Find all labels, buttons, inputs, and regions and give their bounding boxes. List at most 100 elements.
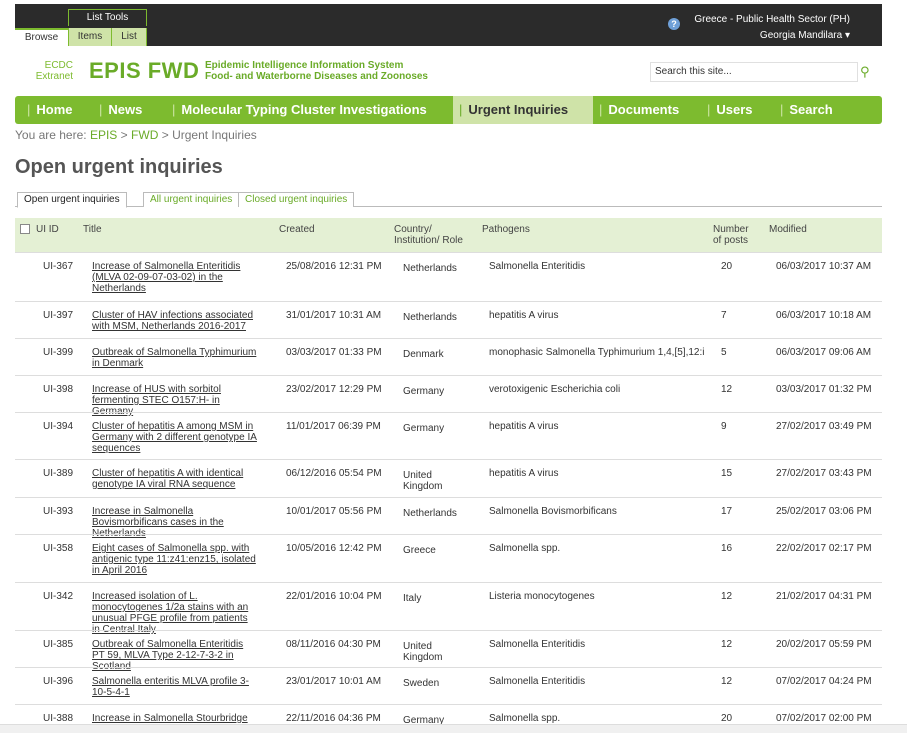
- select-all-checkbox[interactable]: [20, 224, 30, 234]
- nav-home[interactable]: | Home: [27, 96, 73, 124]
- tab-browse[interactable]: Browse: [15, 28, 68, 46]
- table-row[interactable]: UI-397 Cluster of HAV infections associat…: [15, 301, 882, 338]
- modified-cell: 25/02/2017 03:06 PM: [776, 506, 872, 517]
- country-cell: Greece: [403, 545, 436, 556]
- pathogens-cell: Salmonella spp.: [489, 543, 561, 554]
- table-row[interactable]: UI-385 Outbreak of Salmonella Enteritidis…: [15, 630, 882, 672]
- country-cell: Germany: [403, 423, 445, 434]
- table-row[interactable]: UI-394 Cluster of hepatitis A among MSM i…: [15, 412, 882, 459]
- created-cell: 11/01/2017 06:39 PM: [286, 421, 381, 432]
- brand-title[interactable]: EPIS FWD: [89, 58, 199, 84]
- created-cell: 22/11/2016 04:36 PM: [286, 713, 381, 724]
- modified-cell: 06/03/2017 10:37 AM: [776, 261, 872, 272]
- site-header: ECDC Extranet EPIS FWD Epidemic Intellig…: [15, 52, 882, 92]
- search-input[interactable]: Search this site...: [650, 62, 858, 82]
- created-cell: 31/01/2017 10:31 AM: [286, 310, 382, 321]
- pathogens-cell: hepatitis A virus: [489, 468, 559, 479]
- nav-users[interactable]: | Users: [707, 96, 753, 124]
- breadcrumb-separator: >: [120, 128, 128, 142]
- table-row[interactable]: UI-389 Cluster of hepatitis A with identi…: [15, 459, 882, 497]
- modified-cell: 03/03/2017 01:32 PM: [776, 384, 872, 395]
- table-row[interactable]: UI-358 Eight cases of Salmonella spp. wit…: [15, 534, 882, 582]
- main-nav: | Home | News | Molecular Typing Cluster In…: [15, 96, 882, 124]
- horizontal-scrollbar[interactable]: [0, 724, 907, 733]
- table-row[interactable]: UI-399 Outbreak of Salmonella Typhimurium…: [15, 338, 882, 375]
- ecdc-extranet-logo: ECDC Extranet: [29, 60, 73, 82]
- breadcrumb-current: Urgent Inquiries: [172, 128, 257, 142]
- posts-cell: 9: [721, 421, 727, 432]
- title-link[interactable]: Cluster of hepatitis A among MSM in Germ…: [92, 421, 257, 454]
- posts-cell: 12: [721, 676, 733, 687]
- table-row[interactable]: UI-396 Salmonella enteritis MLVA profile …: [15, 667, 882, 704]
- modified-cell: 07/02/2017 02:00 PM: [776, 713, 872, 724]
- col-modified[interactable]: Modified: [769, 224, 807, 235]
- table-row[interactable]: UI-393 Increase in Salmonella Bovismorbif…: [15, 497, 882, 539]
- pathogens-cell: verotoxigenic Escherichia coli: [489, 384, 621, 395]
- col-posts[interactable]: Number of posts: [713, 224, 753, 246]
- created-cell: 23/02/2017 12:29 PM: [286, 384, 382, 395]
- col-ui-id[interactable]: UI ID: [36, 224, 59, 235]
- posts-cell: 16: [721, 543, 733, 554]
- table-row[interactable]: UI-342 Increased isolation of L. monocyto…: [15, 582, 882, 635]
- title-link[interactable]: Cluster of HAV infections associated wit…: [92, 310, 257, 332]
- country-cell: United Kingdom: [403, 470, 443, 492]
- col-pathogens[interactable]: Pathogens: [482, 224, 530, 235]
- list-tools-group-label: List Tools: [68, 9, 147, 26]
- pathogens-cell: Salmonella Enteritidis: [489, 261, 586, 272]
- modified-cell: 21/02/2017 04:31 PM: [776, 591, 872, 602]
- title-link[interactable]: Increase in Salmonella Stourbridge: [92, 713, 257, 724]
- modified-cell: 06/03/2017 10:18 AM: [776, 310, 872, 321]
- modified-cell: 20/02/2017 05:59 PM: [776, 639, 872, 650]
- tab-open-urgent-inquiries[interactable]: Open urgent inquiries: [17, 192, 127, 208]
- table-row[interactable]: UI-398 Increase of HUS with sorbitol ferm…: [15, 375, 882, 417]
- tab-all-urgent-inquiries[interactable]: All urgent inquiries: [143, 192, 240, 207]
- breadcrumb-epis[interactable]: EPIS: [90, 128, 117, 142]
- nav-documents-label: Documents: [608, 102, 680, 117]
- pathogens-cell: hepatitis A virus: [489, 421, 559, 432]
- ui-id-cell: UI-358: [43, 543, 74, 554]
- tab-closed-urgent-inquiries[interactable]: Closed urgent inquiries: [238, 192, 355, 207]
- pathogens-cell: Listeria monocytogenes: [489, 591, 595, 602]
- ribbon: List Tools Browse Items List ? Greece - …: [15, 4, 882, 46]
- breadcrumb: You are here: EPIS > FWD > Urgent Inquir…: [15, 128, 257, 142]
- organisation-label: Greece - Public Health Sector (PH): [694, 14, 850, 25]
- country-cell: Netherlands: [403, 263, 457, 274]
- modified-cell: 22/02/2017 02:17 PM: [776, 543, 872, 554]
- title-link[interactable]: Increased isolation of L. monocytogenes …: [92, 591, 257, 635]
- col-country[interactable]: Country/ Institution/ Role: [394, 224, 474, 246]
- title-link[interactable]: Increase of Salmonella Enteritidis (MLVA…: [92, 261, 257, 294]
- posts-cell: 12: [721, 591, 733, 602]
- search-icon[interactable]: ⚲: [860, 64, 876, 80]
- inquiries-table: UI ID Title Created Country/ Institution…: [15, 218, 882, 728]
- nav-documents[interactable]: | Documents: [599, 96, 679, 124]
- user-menu[interactable]: Georgia Mandilara ▾: [760, 30, 850, 41]
- nav-news[interactable]: | News: [99, 96, 142, 124]
- ui-id-cell: UI-393: [43, 506, 74, 517]
- ui-id-cell: UI-367: [43, 261, 74, 272]
- nav-search[interactable]: | Search: [780, 96, 833, 124]
- help-icon[interactable]: ?: [668, 18, 680, 30]
- user-name: Georgia Mandilara: [759, 30, 843, 41]
- tab-items[interactable]: Items: [68, 28, 111, 46]
- created-cell: 23/01/2017 10:01 AM: [286, 676, 382, 687]
- modified-cell: 06/03/2017 09:06 AM: [776, 347, 872, 358]
- nav-urgent-inquiries[interactable]: | Urgent Inquiries: [453, 96, 593, 124]
- tab-list[interactable]: List: [111, 28, 147, 46]
- pathogens-cell: Salmonella spp.: [489, 713, 561, 724]
- col-created[interactable]: Created: [279, 224, 315, 235]
- ui-id-cell: UI-342: [43, 591, 74, 602]
- ui-id-cell: UI-385: [43, 639, 74, 650]
- modified-cell: 07/02/2017 04:24 PM: [776, 676, 872, 687]
- nav-molecular-typing[interactable]: | Molecular Typing Cluster Investigations: [172, 96, 427, 124]
- col-title[interactable]: Title: [83, 224, 102, 235]
- created-cell: 08/11/2016 04:30 PM: [286, 639, 381, 650]
- ui-id-cell: UI-389: [43, 468, 74, 479]
- table-row[interactable]: UI-367 Increase of Salmonella Enteritidis…: [15, 252, 882, 301]
- title-link[interactable]: Salmonella enteritis MLVA profile 3-10-5…: [92, 676, 257, 698]
- ui-id-cell: UI-399: [43, 347, 74, 358]
- title-link[interactable]: Outbreak of Salmonella Typhimurium in De…: [92, 347, 257, 369]
- breadcrumb-fwd[interactable]: FWD: [131, 128, 158, 142]
- pathogens-cell: Salmonella Bovismorbificans: [489, 506, 617, 517]
- title-link[interactable]: Eight cases of Salmonella spp. with anti…: [92, 543, 257, 576]
- title-link[interactable]: Cluster of hepatitis A with identical ge…: [92, 468, 257, 490]
